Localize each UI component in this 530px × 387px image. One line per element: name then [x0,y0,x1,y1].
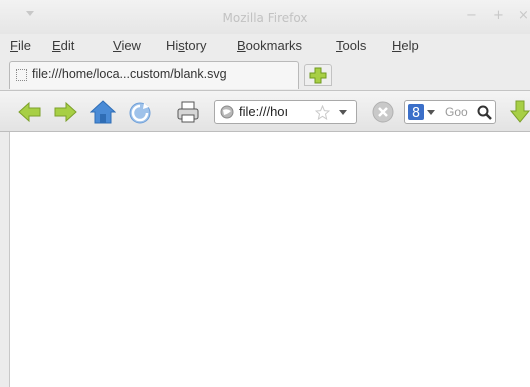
print-icon[interactable] [175,99,201,125]
plus-icon [309,67,327,84]
page-content[interactable] [9,132,530,387]
menu-edit[interactable]: Edit [52,38,74,53]
menu-tools[interactable]: Tools [336,38,366,53]
new-tab-button[interactable] [304,64,332,86]
title-bar: Mozilla Firefox − + × [0,0,530,34]
menu-bookmarks-accel: B [237,38,246,53]
menu-view[interactable]: View [113,38,141,53]
star-icon[interactable] [315,105,330,120]
url-text: file:///hoı [239,104,289,119]
magnifier-icon[interactable] [477,105,492,120]
menu-edit-accel: E [52,38,61,53]
url-dropdown-icon[interactable] [339,110,347,116]
globe-icon [220,105,234,119]
navigation-toolbar: file:///hoı 8 Goo [0,90,530,132]
menu-history-pre: Hi [166,38,179,53]
menu-help-accel: H [392,38,402,53]
tab-strip: file:///home/loca...custom/blank.svg [0,58,530,90]
menu-history[interactable]: History [166,38,206,53]
menu-edit-label: dit [60,38,75,53]
home-icon[interactable] [90,99,116,125]
url-bar[interactable]: file:///hoı [214,100,357,124]
maximize-button[interactable]: + [493,9,504,23]
browser-window: Mozilla Firefox − + × File Edit View His… [0,0,530,387]
menu-bookmarks-label: ookmarks [245,38,303,53]
close-button[interactable]: × [518,9,529,23]
search-bar[interactable]: 8 Goo [404,100,496,124]
back-arrow-icon[interactable] [17,99,43,125]
menu-view-label: iew [121,38,141,53]
google-engine-glyph: 8 [412,106,420,120]
stop-icon[interactable] [370,99,396,125]
forward-arrow-icon[interactable] [52,99,78,125]
download-arrow-icon[interactable] [507,99,530,125]
menu-help[interactable]: Help [392,38,419,53]
reload-icon[interactable] [127,99,153,125]
google-icon[interactable]: 8 [408,104,424,120]
tab-blank-svg[interactable]: file:///home/loca...custom/blank.svg [9,61,299,89]
minimize-button[interactable]: − [466,9,477,23]
menu-history-label: tory [184,38,207,53]
menu-bookmarks[interactable]: Bookmarks [237,38,302,53]
menu-bar: File Edit View History Bookmarks Tools H… [0,34,530,58]
menu-file[interactable]: File [10,38,31,53]
menu-file-label: ile [17,38,31,53]
menu-tools-label: ools [342,38,367,53]
blank-page-icon [16,69,27,81]
search-input[interactable]: Goo [445,105,468,119]
menu-file-accel: F [10,38,18,53]
search-engine-dropdown-icon[interactable] [427,110,435,116]
menu-help-label: elp [401,38,419,53]
window-title: Mozilla Firefox [222,11,308,25]
tab-label: file:///home/loca...custom/blank.svg [32,67,227,81]
